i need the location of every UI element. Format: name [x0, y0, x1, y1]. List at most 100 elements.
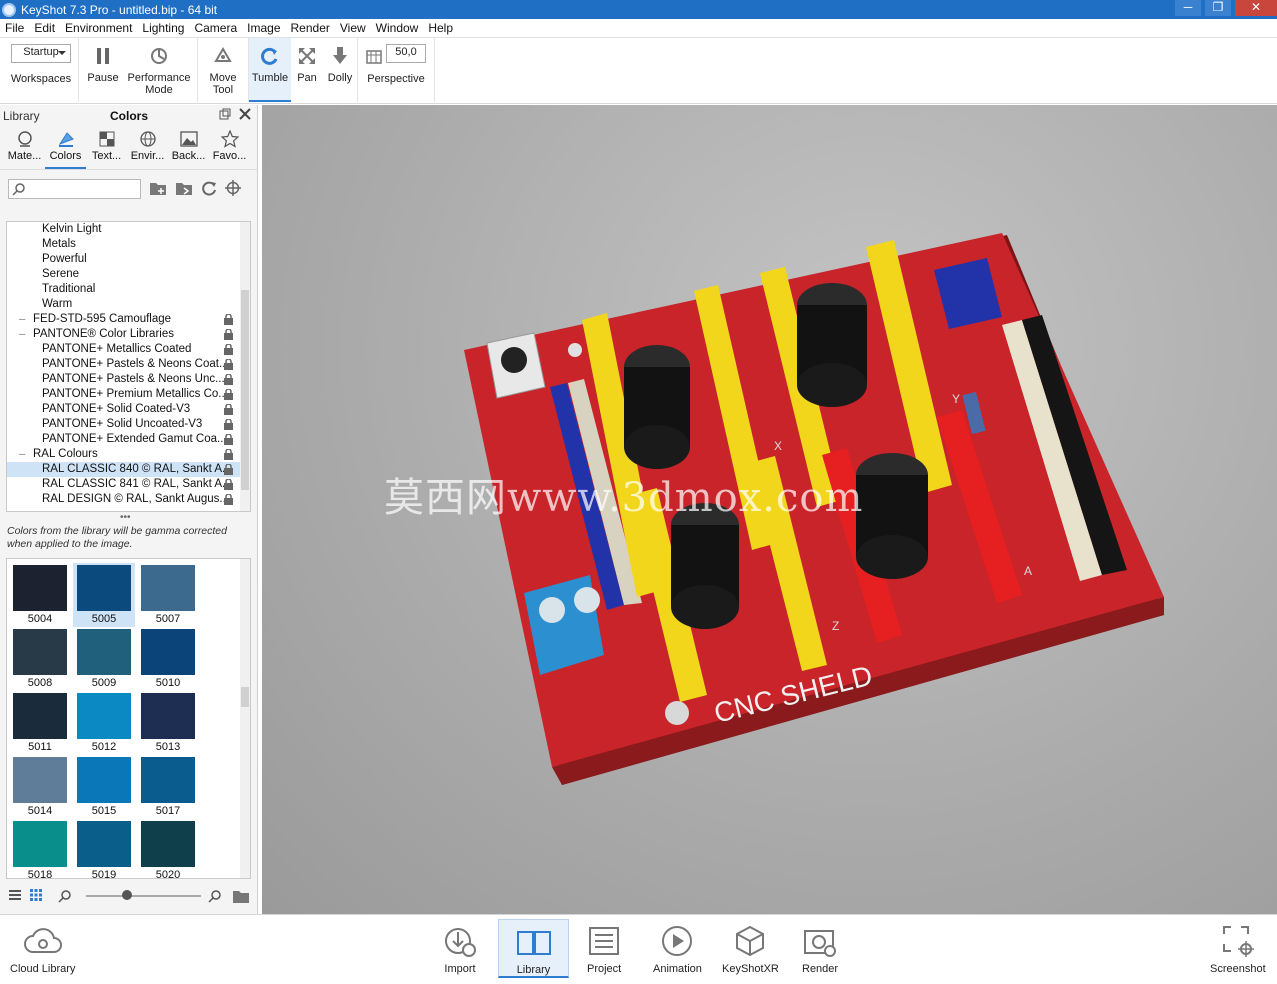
color-swatch[interactable]: 5014 [9, 755, 71, 819]
tree-item[interactable]: PANTONE+ Pastels & Neons Coat... [7, 357, 250, 372]
tree-branch-icon[interactable]: ─ [19, 447, 27, 462]
tree-item[interactable]: ─ FED-STD-595 Camouflage [7, 312, 250, 327]
add-folder-icon[interactable] [149, 180, 167, 199]
menu-environment[interactable]: Environment [60, 21, 137, 35]
field-of-view-input[interactable]: 50,0 [386, 44, 426, 63]
menu-edit[interactable]: Edit [29, 21, 60, 35]
tree-item[interactable]: ─ PANTONE® Color Libraries [7, 327, 250, 342]
color-swatch[interactable]: 5018 [9, 819, 71, 879]
library-label: Library [3, 108, 40, 123]
lock-icon [224, 478, 233, 490]
color-swatch[interactable]: 5015 [73, 755, 135, 819]
slider-knob[interactable] [122, 890, 132, 900]
import-button[interactable]: Import [443, 919, 477, 975]
pause-button[interactable]: Pause [82, 38, 124, 102]
tree-item[interactable]: PANTONE+ Extended Gamut Coa... [7, 432, 250, 447]
color-swatch[interactable]: 5009 [73, 627, 135, 691]
swatch-code: 5018 [27, 869, 53, 879]
tree-item[interactable]: Kelvin Light [7, 222, 250, 237]
color-swatch[interactable]: 5005 [73, 563, 135, 627]
screenshot-button[interactable]: Screenshot [1210, 919, 1266, 975]
tab-colors[interactable]: Colors [45, 126, 86, 169]
tree-item[interactable]: Powerful [7, 252, 250, 267]
tree-item-label: PANTONE® Color Libraries [33, 328, 174, 340]
menu-window[interactable]: Window [371, 21, 424, 35]
menu-help[interactable]: Help [423, 21, 458, 35]
menu-render[interactable]: Render [286, 21, 335, 35]
render-button[interactable]: Render [802, 919, 838, 975]
tab-environments[interactable]: Envir... [127, 126, 168, 169]
move-tool-label: Move Tool [209, 72, 237, 96]
color-swatch[interactable]: 5010 [137, 627, 199, 691]
refresh-icon[interactable] [201, 180, 217, 199]
color-swatch[interactable]: 5019 [73, 819, 135, 878]
tree-item[interactable]: Serene [7, 267, 250, 282]
color-swatch[interactable]: 5017 [137, 755, 199, 819]
tree-item[interactable]: PANTONE+ Solid Uncoated-V3 [7, 417, 250, 432]
tree-item[interactable]: PANTONE+ Solid Coated-V3 [7, 402, 250, 417]
tab-backplates[interactable]: Back... [168, 126, 209, 169]
resize-handle[interactable]: ••• [120, 512, 131, 523]
tab-materials[interactable]: Mate... [4, 126, 45, 169]
tab-textures[interactable]: Text... [86, 126, 127, 169]
render-viewport[interactable]: CNC SHELD X Y Z A 莫西网www.3dmox.com [262, 105, 1277, 914]
grid-view-icon[interactable] [30, 888, 42, 904]
lock-icon [224, 373, 233, 385]
close-button[interactable]: ✕ [1235, 0, 1277, 16]
import-folder-icon[interactable] [175, 180, 193, 199]
tree-item[interactable]: ─ RAL Colours [7, 447, 250, 462]
library-button[interactable]: Library [498, 919, 569, 978]
performance-mode-button[interactable]: Performance Mode [124, 38, 194, 102]
tree-item[interactable]: RAL CLASSIC 840 © RAL, Sankt A... [7, 462, 250, 477]
color-swatch[interactable]: 5011 [9, 691, 71, 755]
animation-button[interactable]: Animation [653, 919, 702, 975]
tree-branch-icon[interactable]: ─ [19, 327, 27, 342]
color-swatch[interactable]: 5004 [9, 563, 71, 627]
tree-item[interactable]: RAL CLASSIC 841 © RAL, Sankt A... [7, 477, 250, 492]
tree-item-label: PANTONE+ Metallics Coated [42, 343, 192, 355]
cloud-library-button[interactable]: Cloud Library [10, 919, 75, 975]
menu-file[interactable]: File [0, 21, 29, 35]
library-search-input[interactable] [8, 179, 141, 199]
close-panel-icon[interactable] [239, 108, 251, 123]
swatch-scrollbar[interactable] [240, 559, 250, 878]
tree-item[interactable]: Traditional [7, 282, 250, 297]
tumble-button[interactable]: Tumble [249, 38, 291, 102]
swatch-code: 5020 [155, 869, 181, 879]
workspace-select[interactable]: Startup [11, 44, 71, 63]
color-swatch[interactable]: 5020 [137, 819, 199, 879]
target-icon[interactable] [225, 179, 241, 199]
restore-button[interactable]: ❐ [1205, 0, 1231, 16]
menu-view[interactable]: View [335, 21, 371, 35]
open-folder-icon[interactable] [232, 888, 250, 907]
color-swatch[interactable]: 5012 [73, 691, 135, 755]
menu-image[interactable]: Image [242, 21, 285, 35]
tree-item[interactable]: Metals [7, 237, 250, 252]
color-swatch[interactable]: 5008 [9, 627, 71, 691]
pan-button[interactable]: Pan [291, 38, 323, 102]
tree-item[interactable]: Warm [7, 297, 250, 312]
zoom-out-icon[interactable] [58, 889, 72, 906]
menu-camera[interactable]: Camera [189, 21, 242, 35]
list-view-icon[interactable] [8, 889, 22, 904]
zoom-in-icon[interactable] [208, 889, 222, 906]
move-tool-button[interactable]: Move Tool [201, 38, 245, 102]
tree-item[interactable]: PANTONE+ Premium Metallics Co... [7, 387, 250, 402]
tree-branch-icon[interactable]: ─ [19, 312, 27, 327]
tree-item[interactable]: PANTONE+ Pastels & Neons Unc... [7, 372, 250, 387]
tab-favorites[interactable]: Favo... [209, 126, 250, 169]
tree-item[interactable]: PANTONE+ Metallics Coated [7, 342, 250, 357]
minimize-button[interactable]: ─ [1175, 0, 1201, 16]
tree-item[interactable]: RAL DESIGN © RAL, Sankt Augus... [7, 492, 250, 507]
dolly-button[interactable]: Dolly [323, 38, 357, 102]
float-panel-icon[interactable] [219, 108, 231, 123]
textures-icon [99, 130, 115, 148]
tree-scrollbar[interactable] [240, 222, 250, 511]
project-button[interactable]: Project [587, 919, 621, 975]
thumbnail-size-slider[interactable] [86, 895, 201, 897]
color-swatch[interactable]: 5007 [137, 563, 199, 627]
color-swatch[interactable]: 5013 [137, 691, 199, 755]
keyshotxr-button[interactable]: KeyShotXR [722, 919, 779, 975]
axis-label-x: X [774, 439, 782, 453]
menu-lighting[interactable]: Lighting [137, 21, 189, 35]
